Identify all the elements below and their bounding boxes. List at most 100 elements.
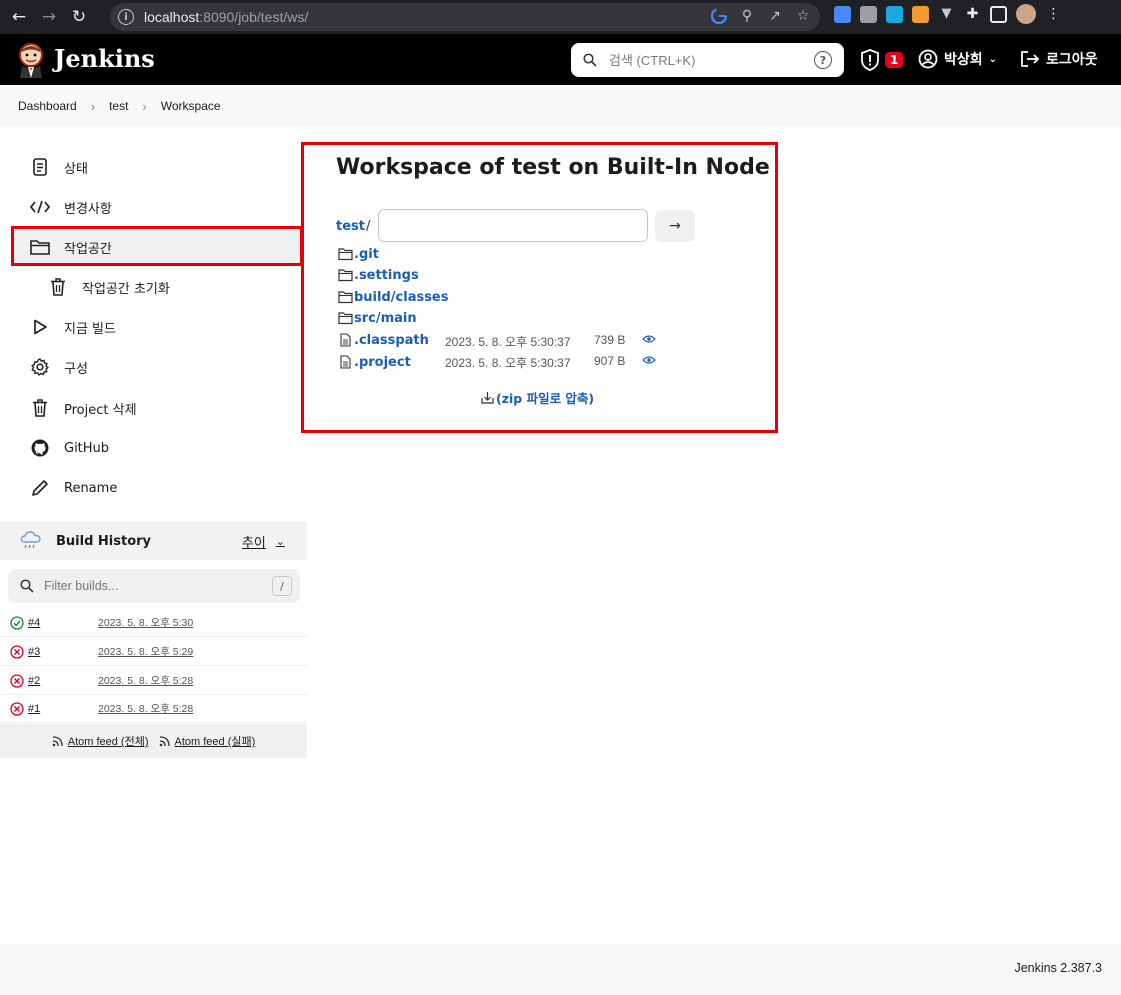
view-eye-icon[interactable] [642,355,656,365]
file-name[interactable]: .project [354,355,411,370]
search-input[interactable] [609,52,809,68]
task-configure[interactable]: 구성 [14,348,302,386]
zip-download-link[interactable]: (zip 파일로 압축) [481,388,594,407]
search-icon [20,579,34,593]
extension-camera-icon[interactable] [860,6,877,23]
breadcrumb-test[interactable]: test [109,99,128,113]
dir-name[interactable]: .settings [354,268,419,283]
breadcrumb-workspace[interactable]: Workspace [161,99,221,113]
trend-link[interactable]: 추이 ⌄ [242,532,285,551]
filter-builds-input[interactable] [44,579,264,593]
side-panel-icon[interactable] [990,6,1007,23]
dir-name[interactable]: src/main [354,311,417,326]
failed-x-icon [10,701,24,716]
file-name[interactable]: .classpath [354,333,429,348]
jenkins-brand[interactable]: Jenkins [54,44,155,73]
bookmark-star-icon[interactable]: ☆ [794,7,812,25]
build-number-link[interactable]: #1 [28,703,98,715]
task-label: GitHub [64,440,110,456]
logout-label[interactable]: 로그아웃 [1046,49,1098,69]
file-entry[interactable]: .project [338,353,411,371]
pencil-icon [30,478,50,498]
extension-docs-icon[interactable] [834,6,851,23]
view-eye-icon[interactable] [642,334,656,344]
build-number-link[interactable]: #2 [28,675,98,687]
build-number-link[interactable]: #3 [28,646,98,658]
build-time-link[interactable]: 2023. 5. 8. 오후 5:28 [98,701,193,716]
file-date: 2023. 5. 8. 오후 5:30:37 [445,356,571,370]
task-status[interactable]: 상태 [14,148,302,186]
go-button[interactable]: → [655,210,695,242]
build-history-header: Build History 추이 ⌄ [0,522,307,560]
task-changes[interactable]: 변경사항 [14,188,302,226]
zoom-icon[interactable]: ⚲ [738,7,756,25]
rss-icon [52,736,63,747]
file-entry[interactable]: .classpath [338,331,429,349]
url-text[interactable]: localhost:8090/job/test/ws/ [144,9,308,25]
download-icon [481,392,494,404]
task-label: 작업공간 초기화 [82,281,170,297]
jenkins-version[interactable]: Jenkins 2.387.3 [1014,961,1102,975]
build-number-link[interactable]: #4 [28,617,98,629]
task-delete-project[interactable]: Project 삭제 [14,389,302,427]
build-time-link[interactable]: 2023. 5. 8. 오후 5:28 [98,673,193,688]
task-label: 지금 빌드 [64,321,116,337]
logout-button[interactable]: 로그아웃 [1020,49,1098,69]
task-build-now[interactable]: 지금 빌드 [14,308,302,346]
breadcrumb-dashboard[interactable]: Dashboard [18,99,77,113]
address-bar[interactable]: i localhost:8090/job/test/ws/ ⚲ ↗ ☆ [110,3,820,31]
security-alert[interactable]: 1 [860,49,904,71]
dir-entry[interactable]: .git [338,245,379,263]
reload-icon[interactable]: ↻ [68,6,90,28]
workspace-root-link[interactable]: test [336,219,365,234]
filter-builds-box[interactable]: / [8,569,300,603]
weather-rain-icon [20,531,41,549]
build-row: #3 2023. 5. 8. 오후 5:29 [0,638,307,666]
task-rename[interactable]: Rename [14,469,302,507]
forward-arrow-icon[interactable]: → [38,6,60,28]
logout-icon [1021,51,1040,67]
extension-person-icon[interactable] [912,6,929,23]
extension-vue-icon[interactable]: ▼ [938,6,955,23]
user-menu[interactable]: 박상희 ⌄ [918,49,997,69]
dir-entry[interactable]: build/classes [338,288,449,306]
arrow-right-icon: → [669,218,681,234]
dir-entry[interactable]: .settings [338,266,419,284]
build-row: #1 2023. 5. 8. 오후 5:28 [0,695,307,723]
build-history-title: Build History [56,533,152,549]
task-label: 구성 [64,361,88,377]
help-icon[interactable]: ? [814,51,832,69]
extension-color-icon[interactable] [886,6,903,23]
search-box[interactable]: ? [571,43,844,77]
task-wipe-workspace[interactable]: 작업공간 초기화 [14,268,302,306]
failed-x-icon [10,644,24,659]
workspace-path-input[interactable] [378,209,648,242]
chevron-down-icon[interactable]: ⌄ [276,535,285,548]
security-count-badge: 1 [885,52,904,68]
github-icon [30,438,50,458]
user-name[interactable]: 박상희 [944,49,983,69]
google-icon[interactable] [710,7,728,25]
chevron-down-icon[interactable]: ⌄ [989,54,997,65]
file-size: 739 B [594,333,626,347]
extensions-puzzle-icon[interactable]: ✚ [964,6,981,23]
build-row: #2 2023. 5. 8. 오후 5:28 [0,667,307,695]
dir-name[interactable]: build/classes [354,290,449,305]
jenkins-logo-icon[interactable] [16,42,46,78]
menu-kebab-icon[interactable]: ⋮ [1045,6,1062,23]
atom-feed-failed-link[interactable]: Atom feed (실패) [159,733,255,749]
search-icon [583,53,597,67]
build-time-link[interactable]: 2023. 5. 8. 오후 5:29 [98,644,193,659]
folder-icon [338,269,353,282]
back-arrow-icon[interactable]: ← [8,6,30,28]
dir-entry[interactable]: src/main [338,309,417,327]
failed-x-icon [10,673,24,688]
profile-avatar[interactable] [1016,4,1036,24]
trash-icon [30,398,50,418]
task-github[interactable]: GitHub [14,429,302,467]
site-info-icon[interactable]: i [118,9,134,25]
atom-feed-all-link[interactable]: Atom feed (전체) [52,733,149,749]
build-time-link[interactable]: 2023. 5. 8. 오후 5:30 [98,615,193,630]
dir-name[interactable]: .git [354,247,379,262]
share-icon[interactable]: ↗ [766,7,784,25]
